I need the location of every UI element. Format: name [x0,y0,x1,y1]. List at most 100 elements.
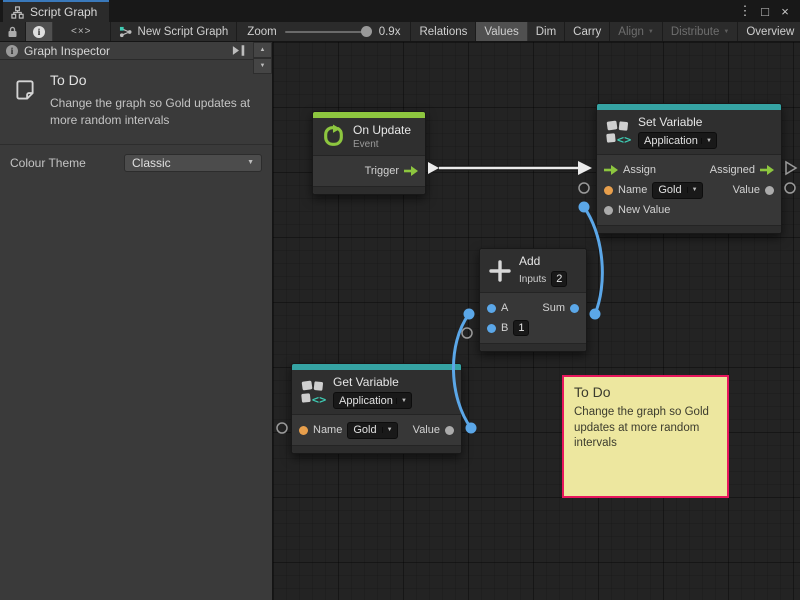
align-dropdown[interactable]: Align ▼ [610,22,663,41]
chevron-down-icon: ▼ [701,138,716,144]
sticky-note[interactable]: To Do Change the graph so Gold updates a… [562,375,729,498]
window-maximize-icon[interactable]: □ [756,2,774,20]
a-port-connected[interactable] [464,309,475,320]
value-output-port[interactable] [765,186,774,195]
tab-script-graph[interactable]: Script Graph [3,0,109,22]
inspector-header: i Graph Inspector [0,42,272,60]
sum-output-port[interactable] [570,304,579,313]
zoom-value: 0.9x [379,26,401,38]
scroll-up-button[interactable]: ▲ [253,42,272,58]
align-label: Align [618,26,644,38]
node-set-variable[interactable]: <> Set Variable Application ▼ Assign [596,103,782,234]
variables-icon: <> [605,119,631,145]
graph-inspector-panel: i Graph Inspector ▲ ▼ To Do Change the g… [0,42,273,600]
overview-button[interactable]: Overview [738,22,800,41]
chevron-down-icon: ▼ [382,427,397,433]
node-footer [480,343,586,351]
value-port-label: Value [413,424,440,436]
value-port-connected[interactable] [466,423,477,434]
trigger-port-label: Trigger [365,165,399,177]
zoom-slider[interactable] [285,31,371,33]
name-input-port[interactable] [299,426,308,435]
node-footer [292,445,461,453]
chevron-down-icon: ▼ [723,29,729,35]
new-graph-label: New Script Graph [138,26,229,38]
inspector-toggle-button[interactable]: i [26,22,53,41]
node-add[interactable]: Add Inputs 2 A Sum [479,248,587,352]
variable-kind-dropdown[interactable]: Application ▼ [333,392,412,409]
node-get-variable[interactable]: <> Get Variable Application ▼ Name Gold [291,363,462,454]
overview-label: Overview [746,26,794,38]
colour-theme-value: Classic [132,156,171,170]
node-title: On Update [353,123,411,137]
trigger-output-port[interactable] [428,162,439,174]
inputs-count-field[interactable]: 2 [551,271,567,287]
dim-toggle[interactable]: Dim [528,22,565,41]
chevron-down-icon: ▼ [396,398,411,404]
dock-panel-icon[interactable] [232,44,246,57]
a-port-label: A [501,302,508,314]
name-input-port[interactable] [604,186,613,195]
code-icon: <×> [61,26,102,37]
name-port[interactable] [579,183,589,193]
colour-theme-select[interactable]: Classic ▼ [124,154,262,172]
new-value-input-port[interactable] [604,206,613,215]
assigned-port-label: Assigned [710,164,755,176]
a-input-port[interactable] [487,304,496,313]
graph-tab-icon [11,6,24,19]
relations-toggle[interactable]: Relations [411,22,476,41]
flow-arrow-icon[interactable] [604,165,618,175]
node-on-update[interactable]: On Update Event Trigger [312,111,426,195]
value-output-port[interactable] [445,426,454,435]
inspector-title: Graph Inspector [24,44,110,58]
b-value-field[interactable]: 1 [513,320,529,336]
flow-arrow-icon[interactable] [760,165,774,175]
b-input-port[interactable] [487,324,496,333]
flow-arrow-icon[interactable] [404,166,418,176]
distribute-label: Distribute [671,26,720,38]
sticky-note-body: Change the graph so Gold updates at more… [574,405,717,452]
variable-kind-dropdown[interactable]: Application ▼ [638,132,717,149]
window-menu-icon[interactable]: ⋮ [736,2,754,20]
new-value-port-label: New Value [618,204,670,216]
node-footer [597,225,781,233]
scroll-down-icon: ▼ [260,63,266,69]
inspector-todo-section: To Do Change the graph so Gold updates a… [0,60,272,145]
new-value-port-connected[interactable] [579,202,590,213]
b-port[interactable] [462,328,472,338]
dim-label: Dim [536,26,556,38]
assign-port-label: Assign [623,164,656,176]
carry-toggle[interactable]: Carry [565,22,610,41]
svg-text:<>: <> [617,132,631,145]
new-script-graph-button[interactable]: New Script Graph [111,22,238,41]
zoom-slider-thumb[interactable] [361,26,372,37]
name-port-label: Name [313,424,342,436]
distribute-dropdown[interactable]: Distribute ▼ [663,22,739,41]
zoom-control: Zoom 0.9x [237,22,411,41]
window-close-icon[interactable]: × [776,2,794,20]
relations-label: Relations [419,26,467,38]
scroll-down-button[interactable]: ▼ [253,58,272,74]
values-toggle[interactable]: Values [476,22,527,41]
colour-theme-row: Colour Theme Classic ▼ [0,145,272,181]
lock-icon [7,26,18,38]
scroll-up-icon: ▲ [260,47,266,53]
sum-port-connected[interactable] [590,309,601,320]
node-title: Get Variable [333,375,412,389]
inspector-scroll-buttons: ▲ ▼ [253,42,272,74]
lock-button[interactable] [0,22,26,41]
variable-name-dropdown[interactable]: Gold ▼ [347,422,397,439]
value-port[interactable] [785,183,795,193]
node-title: Set Variable [638,115,717,129]
carry-label: Carry [573,26,601,38]
b-port-label: B [501,322,508,334]
name-port[interactable] [277,423,287,433]
code-preview-button[interactable]: <×> [53,22,111,41]
graph-canvas[interactable]: On Update Event Trigger [273,42,800,600]
window-titlebar: Script Graph ⋮ □ × [0,0,800,22]
assigned-flow-port[interactable] [786,162,796,174]
wire-arrowhead-icon [578,161,592,175]
variable-name-dropdown[interactable]: Gold ▼ [652,182,702,199]
sticky-note-title: To Do [574,384,717,400]
info-icon: i [6,45,18,57]
